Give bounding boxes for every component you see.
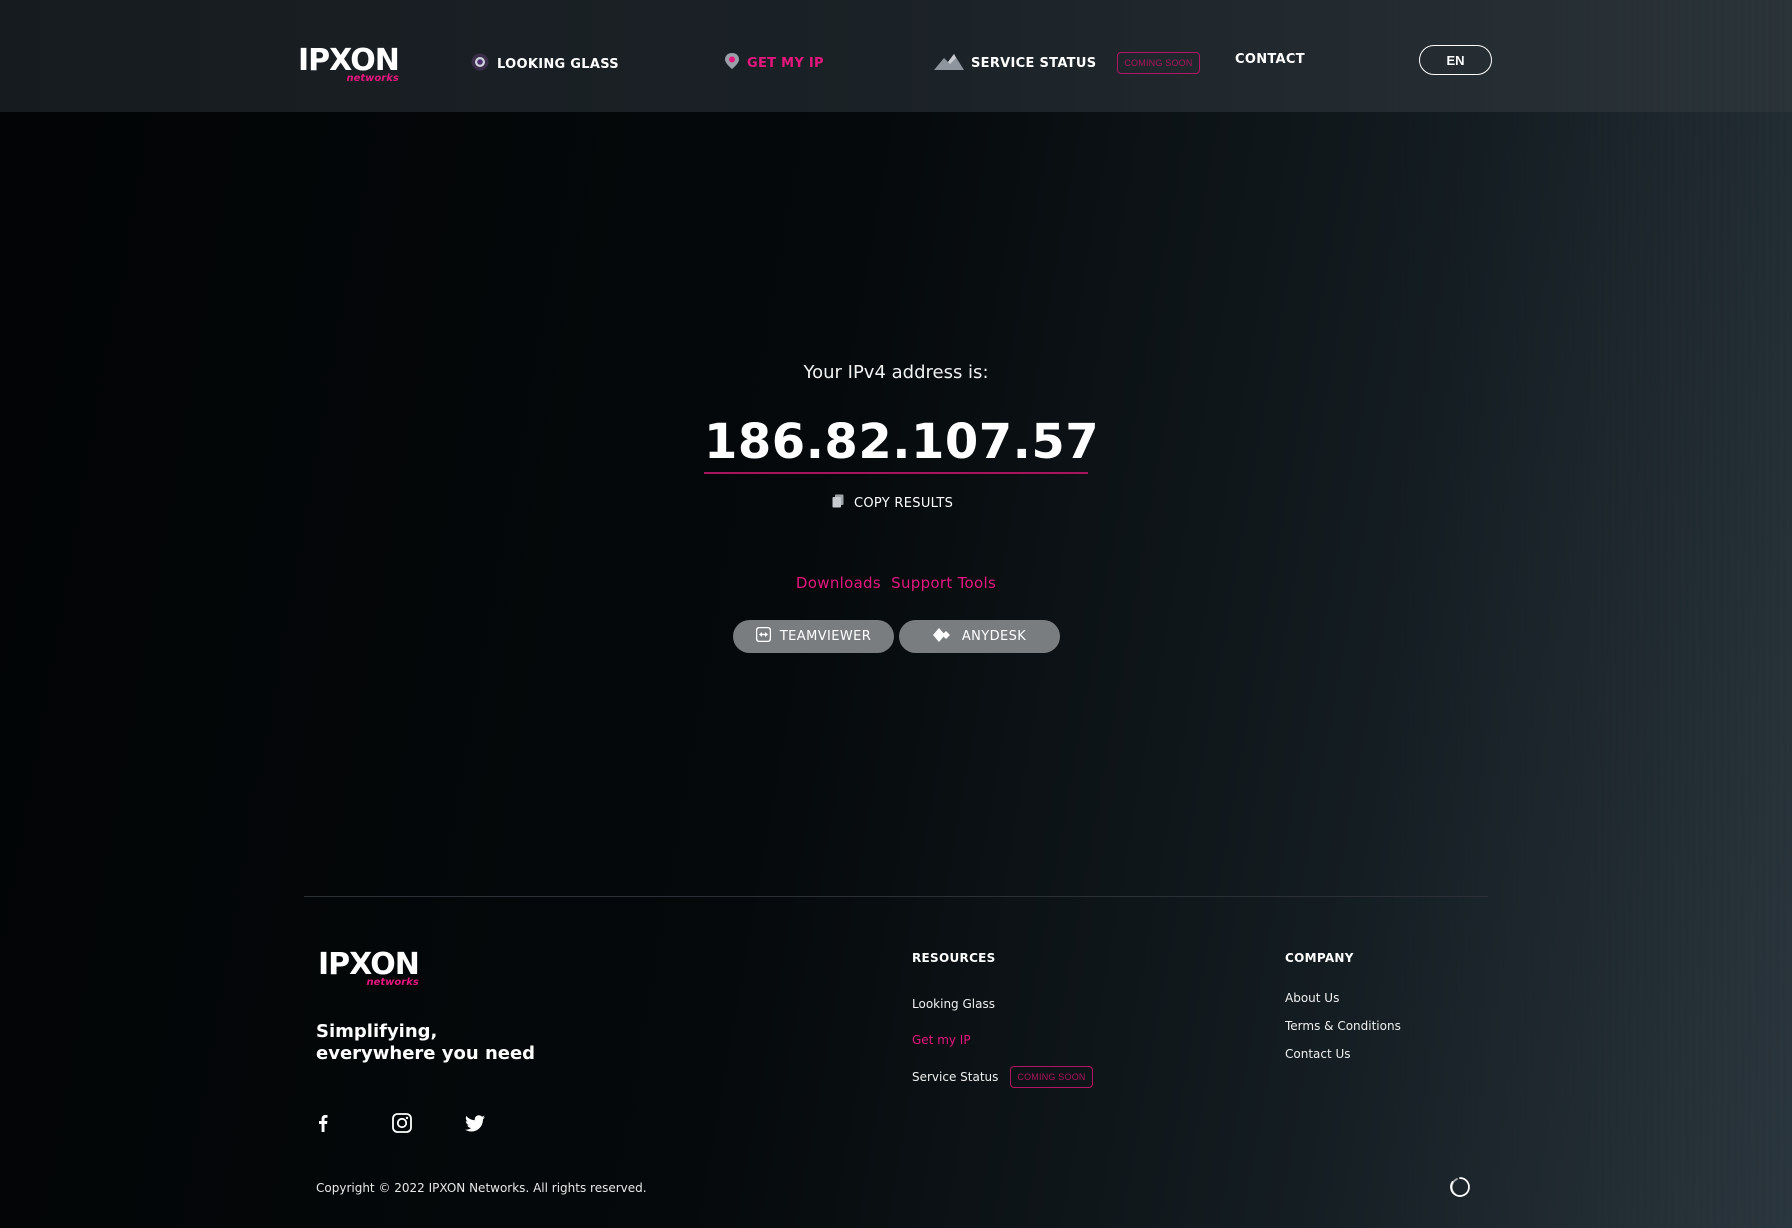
footer-ipxon-logo[interactable]: IPXON networks [318, 947, 420, 988]
copyright-text: Copyright © 2022 IPXON Networks. All rig… [316, 1181, 647, 1195]
copy-icon [832, 494, 844, 512]
instagram-icon[interactable] [391, 1112, 413, 1134]
footer-link-get-my-ip[interactable]: Get my IP [912, 1033, 971, 1047]
facebook-icon[interactable] [312, 1112, 334, 1134]
looking-glass-icon [470, 52, 490, 76]
loading-spinner-icon [1449, 1176, 1471, 1198]
nav-contact-label: CONTACT [1235, 52, 1305, 67]
footer-link-about-us[interactable]: About Us [1285, 991, 1339, 1005]
footer-link-contact-us[interactable]: Contact Us [1285, 1047, 1351, 1061]
footer-logo-wordmark: IPXON [318, 947, 420, 982]
copy-results-label: COPY RESULTS [854, 495, 954, 511]
nav-looking-glass-label: LOOKING GLASS [497, 56, 619, 72]
teamviewer-label: TEAMVIEWER [779, 629, 872, 644]
footer-divider [304, 896, 1488, 897]
mountain-icon [934, 52, 964, 74]
footer-service-status-label: Service Status [912, 1070, 999, 1084]
logo-subtitle: networks [346, 73, 399, 84]
footer-link-service-status[interactable]: Service Status COMING SOON [912, 1066, 1093, 1088]
nav-looking-glass[interactable]: LOOKING GLASS [470, 52, 619, 76]
nav-contact[interactable]: CONTACT [1235, 52, 1305, 67]
support-tools-label: Support Tools [891, 574, 997, 592]
teamviewer-icon [755, 626, 772, 646]
downloads-label: Downloads [795, 574, 881, 592]
footer-link-terms[interactable]: Terms & Conditions [1285, 1019, 1401, 1033]
company-heading: COMPANY [1285, 951, 1354, 965]
location-pin-icon [724, 52, 740, 74]
downloads-support-tools-title: Downloads Support Tools [0, 574, 1792, 592]
ip-address-display: 186.82.107.57 [704, 410, 1099, 474]
twitter-icon[interactable] [464, 1112, 486, 1134]
nav-service-status[interactable]: SERVICE STATUS COMING SOON [934, 52, 1200, 74]
nav-service-status-label: SERVICE STATUS [971, 55, 1097, 71]
tagline-line1: Simplifying, [316, 1021, 438, 1042]
resources-heading: RESOURCES [912, 951, 996, 965]
ipxon-logo[interactable]: IPXON networks [298, 43, 400, 84]
footer-logo-subtitle: networks [366, 977, 419, 988]
anydesk-button[interactable]: ANYDESK [899, 620, 1060, 653]
footer-link-looking-glass[interactable]: Looking Glass [912, 997, 995, 1011]
coming-soon-badge: COMING SOON [1117, 52, 1200, 74]
site-header: IPXON networks LOOKING GLASS GET MY IP S… [0, 0, 1792, 112]
teamviewer-button[interactable]: TEAMVIEWER [733, 620, 894, 653]
footer-tagline: Simplifying, everywhere you need [316, 1021, 535, 1065]
logo-wordmark: IPXON [298, 43, 400, 78]
nav-get-my-ip[interactable]: GET MY IP [724, 52, 824, 74]
tagline-line2: everywhere you need [316, 1043, 536, 1064]
anydesk-label: ANYDESK [961, 629, 1027, 644]
language-selector-button[interactable]: EN [1419, 45, 1492, 75]
footer-coming-soon-badge: COMING SOON [1010, 1066, 1093, 1088]
ip-address-value: 186.82.107.57 [704, 414, 1100, 470]
copy-results-button[interactable]: COPY RESULTS [832, 494, 953, 512]
nav-get-my-ip-label: GET MY IP [747, 55, 824, 71]
ip-address-label: Your IPv4 address is: [803, 362, 989, 383]
anydesk-icon [932, 627, 953, 646]
